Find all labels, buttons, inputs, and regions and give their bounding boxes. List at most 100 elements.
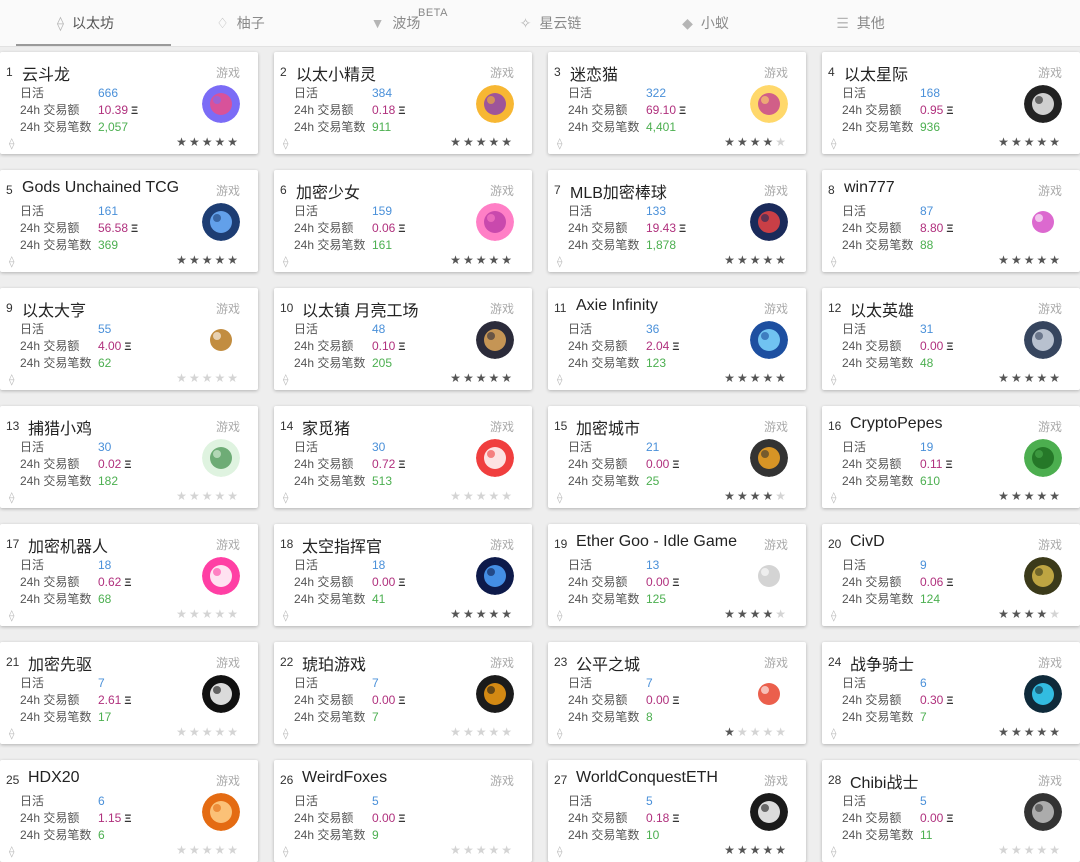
volume-24h-row: 24h 交易额 56.58 Ξ (20, 220, 138, 236)
cryptopepes-logo[interactable] (1024, 439, 1062, 477)
dapp-name[interactable]: 加密少女 (296, 179, 360, 203)
dapp-card[interactable]: 27 WorldConquestETH 游戏 日活 5 24h 交易额 0.18 Ξ 24h 交… (548, 760, 806, 862)
chickenhunt-logo[interactable] (202, 439, 240, 477)
dapp-card[interactable]: 11 Axie Infinity 游戏 日活 36 24h 交易额 2.04 Ξ 24h 交易笔… (548, 288, 806, 390)
star-icon: ★ (736, 607, 750, 621)
dapp-name[interactable]: 以太英雄 (850, 297, 914, 321)
dapp-card[interactable]: 25 HDX20 游戏 日活 6 24h 交易额 1.15 Ξ 24h 交易笔数 6 ⟠ ★★★★★ (0, 760, 258, 862)
volume-24h-row: 24h 交易额 10.39 Ξ (20, 102, 138, 118)
dapp-card[interactable]: 8 win777 游戏 日活 87 24h 交易额 8.80 Ξ 24h 交易笔数 88 ⟠ ★★★★… (822, 170, 1080, 272)
dapp-card[interactable]: 20 CivD 游戏 日活 9 24h 交易额 0.06 Ξ 24h 交易笔数 124 ⟠ ★★★★★ (822, 524, 1080, 626)
dapp-card[interactable]: 16 CryptoPepes 游戏 日活 19 24h 交易额 0.11 Ξ 24h 交易笔数 6… (822, 406, 1080, 508)
dapp-card[interactable]: 19 Ether Goo - Idle Game 游戏 日活 13 24h 交易额 0.00… (548, 524, 806, 626)
dapp-name[interactable]: 战争骑士 (850, 651, 914, 675)
dapp-card[interactable]: 22 琥珀游戏 游戏 日活 7 24h 交易额 0.00 Ξ 24h 交易笔数 7 ⟠ ★★★★★ (274, 642, 532, 744)
dapp-name[interactable]: 琥珀游戏 (302, 651, 366, 675)
tab-ethereum[interactable]: ⟠ 以太坊 (8, 0, 171, 46)
ethereum-icon: ⟠ (831, 846, 837, 858)
warknights-logo[interactable] (1024, 675, 1062, 713)
dapp-card[interactable]: 21 加密先驱 游戏 日活 7 24h 交易额 2.61 Ξ 24h 交易笔数 17 ⟠ ★★★★★ (0, 642, 258, 744)
godsunchained-logo[interactable] (202, 203, 240, 241)
etherhero-logo[interactable] (1024, 321, 1062, 359)
fairtown-logo[interactable] (750, 675, 788, 713)
dapp-name[interactable]: MLB加密棒球 (570, 179, 667, 203)
rating-stars: ★★★★★ (450, 135, 514, 149)
cryptobot-logo[interactable] (202, 557, 240, 595)
tab-neo[interactable]: ◆ 小蚁 (628, 0, 783, 46)
cryptokitties-logo[interactable] (750, 85, 788, 123)
dapp-name[interactable]: 公平之城 (576, 651, 640, 675)
volume-24h-row: 24h 交易额 69.10 Ξ (568, 102, 686, 118)
win777-logo[interactable] (1024, 203, 1062, 241)
worldconquest-logo[interactable] (750, 793, 788, 831)
dapp-card[interactable]: 14 家觅猪 游戏 日活 30 24h 交易额 0.72 Ξ 24h 交易笔数 513 ⟠ ★★★★★ (274, 406, 532, 508)
ethergoo-logo[interactable] (750, 557, 788, 595)
dapp-card[interactable]: 4 以太星际 游戏 日活 168 24h 交易额 0.95 Ξ 24h 交易笔数 936 ⟠ ★★★★… (822, 52, 1080, 154)
hdx20-logo[interactable] (202, 793, 240, 831)
dapp-card[interactable]: 13 捕猎小鸡 游戏 日活 30 24h 交易额 0.02 Ξ 24h 交易笔数 182 ⟠ ★★★★… (0, 406, 258, 508)
dapp-name[interactable]: 加密城市 (576, 415, 640, 439)
dapp-name[interactable]: Gods Unchained TCG (22, 179, 179, 197)
dapp-name[interactable]: 以太小精灵 (296, 61, 376, 85)
cryptocity-logo[interactable] (750, 439, 788, 477)
dapp-card[interactable]: 2 以太小精灵 游戏 日活 384 24h 交易额 0.18 Ξ 24h 交易笔数 911 ⟠ ★★★… (274, 52, 532, 154)
dapp-name[interactable]: 加密机器人 (28, 533, 108, 557)
dapp-name[interactable]: 加密先驱 (28, 651, 92, 675)
dapp-card[interactable]: 18 太空指挥官 游戏 日活 18 24h 交易额 0.00 Ξ 24h 交易笔数 41 ⟠ ★★★★… (274, 524, 532, 626)
dapp-name[interactable]: 迷恋猫 (570, 61, 618, 85)
dapp-name[interactable]: 捕猎小鸡 (28, 415, 92, 439)
dapp-name[interactable]: 以太星际 (844, 61, 908, 85)
dapp-card[interactable]: 10 以太镇 月亮工场 游戏 日活 48 24h 交易额 0.10 Ξ 24h 交易笔数 205 ⟠… (274, 288, 532, 390)
dapp-name[interactable]: win777 (844, 179, 895, 197)
mlbcrypto-logo[interactable] (750, 203, 788, 241)
jiamizhu-logo[interactable] (476, 439, 514, 477)
rating-stars: ★★★★★ (998, 135, 1062, 149)
dapp-card[interactable]: 9 以太大亨 游戏 日活 55 24h 交易额 4.00 Ξ 24h 交易笔数 62 ⟠ ★★★★★ (0, 288, 258, 390)
etherstar-logo[interactable] (1024, 85, 1062, 123)
dapp-card[interactable]: 12 以太英雄 游戏 日活 31 24h 交易额 0.00 Ξ 24h 交易笔数 48 ⟠ ★★★★★ (822, 288, 1080, 390)
tab-tron[interactable]: ▼ 波场 BETA (318, 0, 473, 46)
dapp-card[interactable]: 15 加密城市 游戏 日活 21 24h 交易额 0.00 Ξ 24h 交易笔数 25 ⟠ ★★★★★ (548, 406, 806, 508)
dapp-card[interactable]: 23 公平之城 游戏 日活 7 24h 交易额 0.00 Ξ 24h 交易笔数 8 ⟠ ★★★★★ (548, 642, 806, 744)
tab-menu[interactable]: ☰ 其他 (783, 0, 938, 46)
dapp-name[interactable]: WorldConquestETH (576, 769, 718, 787)
dapp-card[interactable]: 17 加密机器人 游戏 日活 18 24h 交易额 0.62 Ξ 24h 交易笔数 68 ⟠ ★★★★… (0, 524, 258, 626)
dapp-name[interactable]: Chibi战士 (850, 769, 918, 793)
star-icon: ★ (501, 843, 514, 857)
dapp-name[interactable]: WeirdFoxes (302, 769, 387, 787)
spacecommander-logo[interactable] (476, 557, 514, 595)
dapp-card[interactable]: 5 Gods Unchained TCG 游戏 日活 161 24h 交易额 56.58 Ξ 2… (0, 170, 258, 272)
dapp-name[interactable]: 太空指挥官 (302, 533, 382, 557)
dapp-name[interactable]: 云斗龙 (22, 61, 70, 85)
dapp-name[interactable]: CivD (850, 533, 885, 551)
dapp-name[interactable]: Axie Infinity (576, 297, 658, 315)
dapp-card[interactable]: 3 迷恋猫 游戏 日活 322 24h 交易额 69.10 Ξ 24h 交易笔数 4,401 ⟠ ★★… (548, 52, 806, 154)
weirdfoxes-logo[interactable] (476, 793, 514, 831)
dapp-card[interactable]: 26 WeirdFoxes 游戏 日活 5 24h 交易额 0.00 Ξ 24h 交易笔数 9 ⟠ ★… (274, 760, 532, 862)
dapp-name[interactable]: HDX20 (28, 769, 80, 787)
dapp-name[interactable]: Ether Goo - Idle Game (576, 533, 737, 551)
dapp-name[interactable]: CryptoPepes (850, 415, 943, 433)
chibifighters-logo[interactable] (1024, 793, 1062, 831)
cryptogirl-logo[interactable] (476, 203, 514, 241)
ethertycoon-logo[interactable] (202, 321, 240, 359)
dapp-card[interactable]: 24 战争骑士 游戏 日活 6 24h 交易额 0.30 Ξ 24h 交易笔数 7 ⟠ ★★★★★ (822, 642, 1080, 744)
yundoulong-logo[interactable] (202, 85, 240, 123)
dapp-card[interactable]: 1 云斗龙 游戏 日活 666 24h 交易额 10.39 Ξ 24h 交易笔数 2,057 ⟠ ★★… (0, 52, 258, 154)
amber-logo[interactable] (476, 675, 514, 713)
volume-24h-label: 24h 交易额 (568, 575, 628, 589)
ethertown-logo[interactable] (476, 321, 514, 359)
axie-logo[interactable] (750, 321, 788, 359)
volume-24h-row: 24h 交易额 2.61 Ξ (20, 692, 131, 708)
dapp-card[interactable]: 7 MLB加密棒球 游戏 日活 133 24h 交易额 19.43 Ξ 24h 交易笔数 1,87… (548, 170, 806, 272)
civd-logo[interactable] (1024, 557, 1062, 595)
dapp-name[interactable]: 以太大亨 (22, 297, 86, 321)
tab-eos[interactable]: ♢ 柚子 (163, 0, 318, 46)
dapp-name[interactable]: 以太镇 月亮工场 (302, 297, 418, 321)
dapp-name[interactable]: 家觅猪 (302, 415, 350, 439)
dapp-card[interactable]: 6 加密少女 游戏 日活 159 24h 交易额 0.06 Ξ 24h 交易笔数 161 ⟠ ★★★★… (274, 170, 532, 272)
etherelves-logo[interactable] (476, 85, 514, 123)
dapp-card[interactable]: 28 Chibi战士 游戏 日活 5 24h 交易额 0.00 Ξ 24h 交易笔数 11 ⟠ ★★★… (822, 760, 1080, 862)
cryptopioneers-logo[interactable] (202, 675, 240, 713)
tab-nebulas[interactable]: ✧ 星云链 (473, 0, 628, 46)
